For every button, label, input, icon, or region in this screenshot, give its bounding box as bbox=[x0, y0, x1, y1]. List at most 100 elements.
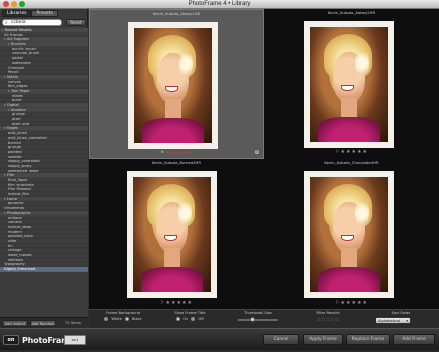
library-tree-item-label: slide bbox=[8, 238, 17, 243]
library-tree-item-label: burned bbox=[8, 140, 21, 145]
library-tree-item-label: vintage bbox=[8, 248, 22, 253]
software-badge: on1 software bbox=[64, 335, 86, 350]
add-random-button[interactable]: Add Random bbox=[30, 320, 56, 327]
library-tree-item-label: instant_film bbox=[8, 192, 30, 197]
sort-order-value: Alphabetical bbox=[378, 319, 401, 323]
rating-stars[interactable]: ⚑★★★★★ bbox=[90, 150, 263, 156]
frame-thumbnail[interactable]: Kevin_Kubota_Chocolate4HR ⚐★★★★★ bbox=[264, 159, 439, 309]
rating-stars[interactable]: ⚐★★★★★ bbox=[89, 300, 264, 306]
library-tree-item-label: tin bbox=[8, 243, 13, 248]
rating-stars[interactable]: ⚐★★★★★ bbox=[264, 300, 439, 306]
library-sidebar: Libraries Presets ⌕ ccbela Reset ▾Recent… bbox=[0, 9, 88, 328]
tab-libraries[interactable]: Libraries bbox=[2, 10, 32, 17]
show-title-on-radio[interactable] bbox=[176, 317, 181, 321]
frame-background-white-label: White bbox=[111, 317, 122, 321]
library-tree-item-label: Typography bbox=[4, 262, 25, 267]
library-tree-item-label: Digital_Enhanced bbox=[4, 267, 36, 272]
library-tree-item-label: Ornaments bbox=[4, 206, 24, 211]
show-title-off-label: Off bbox=[198, 317, 204, 321]
library-tree-item-label: sloppy_spray bbox=[8, 163, 32, 168]
frame-preview bbox=[304, 21, 394, 148]
library-tree-item-label: Pencil bbox=[8, 70, 19, 75]
portrait-photo bbox=[310, 177, 388, 292]
library-tree-item-label: Recent Results bbox=[5, 28, 32, 32]
library-tree-item-label: Media bbox=[7, 74, 18, 79]
frame-background-black-radio[interactable] bbox=[124, 317, 129, 321]
library-tree-item-label: whitepix bbox=[8, 257, 24, 262]
library-tree[interactable]: ▾Recent Results All Frames ▾Art Supplies ▾B… bbox=[0, 28, 88, 317]
portrait-photo bbox=[310, 27, 388, 142]
sort-order-select[interactable]: Alphabetical ▾ bbox=[375, 317, 411, 324]
thumbnail-size-knob[interactable] bbox=[250, 317, 256, 322]
apply-frame-button[interactable]: Apply Frame bbox=[303, 334, 343, 345]
bottom-action-bar: on PhotoFrame on1 software Cancel Apply … bbox=[0, 328, 439, 350]
search-input[interactable]: ⌕ ccbela bbox=[2, 19, 62, 26]
tab-presets[interactable]: Presets bbox=[31, 10, 58, 17]
library-tree-item-label: film_sprockets bbox=[8, 182, 34, 187]
add-frame-button[interactable]: Add Frame bbox=[393, 334, 435, 345]
library-tree-item-label: charcoal_brush bbox=[12, 51, 40, 56]
library-tree-item-label: film_edges bbox=[8, 84, 28, 89]
search-icon: ⌕ bbox=[5, 20, 8, 26]
frame-preview bbox=[127, 171, 217, 298]
library-tree-item-label: Lomo bbox=[7, 196, 17, 201]
library-tree-item-label: painted bbox=[8, 149, 22, 154]
library-tree-item-label: Imaging bbox=[11, 107, 26, 112]
library-tree-item-label: Photographic bbox=[7, 210, 31, 215]
add-instant-button[interactable]: Add Instant bbox=[2, 320, 28, 327]
show-title-on-label: On bbox=[183, 317, 189, 321]
frame-name: Kevin_Kubota_Burned4HR bbox=[152, 160, 201, 165]
filter-results-control: Filter Results ☆☆☆☆☆ bbox=[299, 311, 357, 323]
sidebar-tabs: Libraries Presets bbox=[2, 10, 58, 17]
library-tree-item[interactable]: Digital_Enhanced bbox=[0, 267, 88, 272]
library-tree-item-label: canvas bbox=[8, 79, 21, 84]
library-tree-item-label: pixel_grid bbox=[12, 121, 30, 126]
thumbnail-size-control: Thumbnail Size bbox=[232, 311, 284, 322]
close-icon[interactable]: × bbox=[254, 149, 260, 155]
library-tree-item-label: weathered_sepia bbox=[8, 168, 39, 173]
library-tree-item-label: instant_deep bbox=[8, 224, 32, 229]
filter-results-label: Filter Results bbox=[316, 311, 340, 315]
library-tree-item-label: burnt bbox=[12, 98, 22, 103]
library-tree-item-label: Edges bbox=[7, 126, 18, 131]
rating-stars[interactable]: ⚐★★★★★ bbox=[264, 149, 439, 155]
library-tree-item-label: acid_blush bbox=[8, 131, 27, 136]
library-tree-item-label: pastel bbox=[12, 56, 23, 61]
library-tree-item-label: edges bbox=[12, 93, 23, 98]
library-tree-item-label: polaroid_back bbox=[8, 234, 33, 239]
frame-background-label: Frame Background bbox=[106, 311, 140, 315]
frame-background-white-radio[interactable] bbox=[104, 317, 109, 321]
show-frame-title-label: Show Frame Title bbox=[174, 311, 206, 315]
chevron-down-icon: ▾ bbox=[406, 319, 408, 323]
library-tree-item-label: Art Supplies bbox=[7, 37, 29, 42]
library-tree-item-label: Charcoal bbox=[8, 65, 24, 70]
show-title-off-radio[interactable] bbox=[191, 317, 196, 321]
library-tree-item-label: fluid_liquor bbox=[8, 178, 28, 182]
window-title: PhotoFrame 4 • Library bbox=[188, 1, 251, 7]
frame-name: Kevin_Kubota_Chocolate4HR bbox=[324, 160, 379, 165]
frame-preview bbox=[128, 22, 218, 149]
library-tree-item-label: acid_blush_controlled bbox=[8, 135, 47, 140]
cancel-button[interactable]: Cancel bbox=[263, 334, 299, 345]
library-tree-item-label: All Frames bbox=[4, 32, 23, 37]
thumbnail-size-label: Thumbnail Size bbox=[244, 311, 272, 315]
frame-background-control: Frame Background White Black bbox=[97, 311, 149, 321]
thumbnail-size-slider[interactable] bbox=[238, 317, 278, 322]
title-bar: PhotoFrame 4 • Library bbox=[0, 0, 439, 9]
filter-rating-stars[interactable]: ☆☆☆☆☆ bbox=[299, 317, 357, 323]
reset-button[interactable]: Reset bbox=[66, 19, 86, 26]
frame-thumbnail[interactable]: Kevin_Kubota_Abbey2HR ⚐★★★★★ bbox=[264, 9, 439, 159]
show-frame-title-control: Show Frame Title On Off bbox=[164, 311, 216, 321]
frame-thumbnail[interactable]: Kevin_Kubota_Abbey1HR ⚑★★★★★ × bbox=[89, 9, 264, 159]
library-tree-item-label: Brushes bbox=[11, 42, 26, 47]
item-count: 72 Items bbox=[65, 321, 81, 325]
frame-thumbnail[interactable]: Kevin_Kubota_Burned4HR ⚐★★★★★ bbox=[89, 159, 264, 309]
library-tree-item-label: gouache bbox=[8, 201, 24, 206]
sort-order-label: Sort Order bbox=[391, 311, 411, 315]
library-tree-item-label: Film Polaroid bbox=[8, 187, 31, 192]
frame-name: Kevin_Kubota_Abbey2HR bbox=[327, 10, 376, 15]
library-tree-item-label: watercolor bbox=[12, 60, 32, 65]
frame-thumbnail-grid: Kevin_Kubota_Abbey1HR ⚑★★★★★ × Kevin_Kubota… bbox=[89, 9, 439, 309]
search-value: ccbela bbox=[11, 20, 26, 25]
replace-frame-button[interactable]: Replace Frame bbox=[346, 334, 390, 345]
